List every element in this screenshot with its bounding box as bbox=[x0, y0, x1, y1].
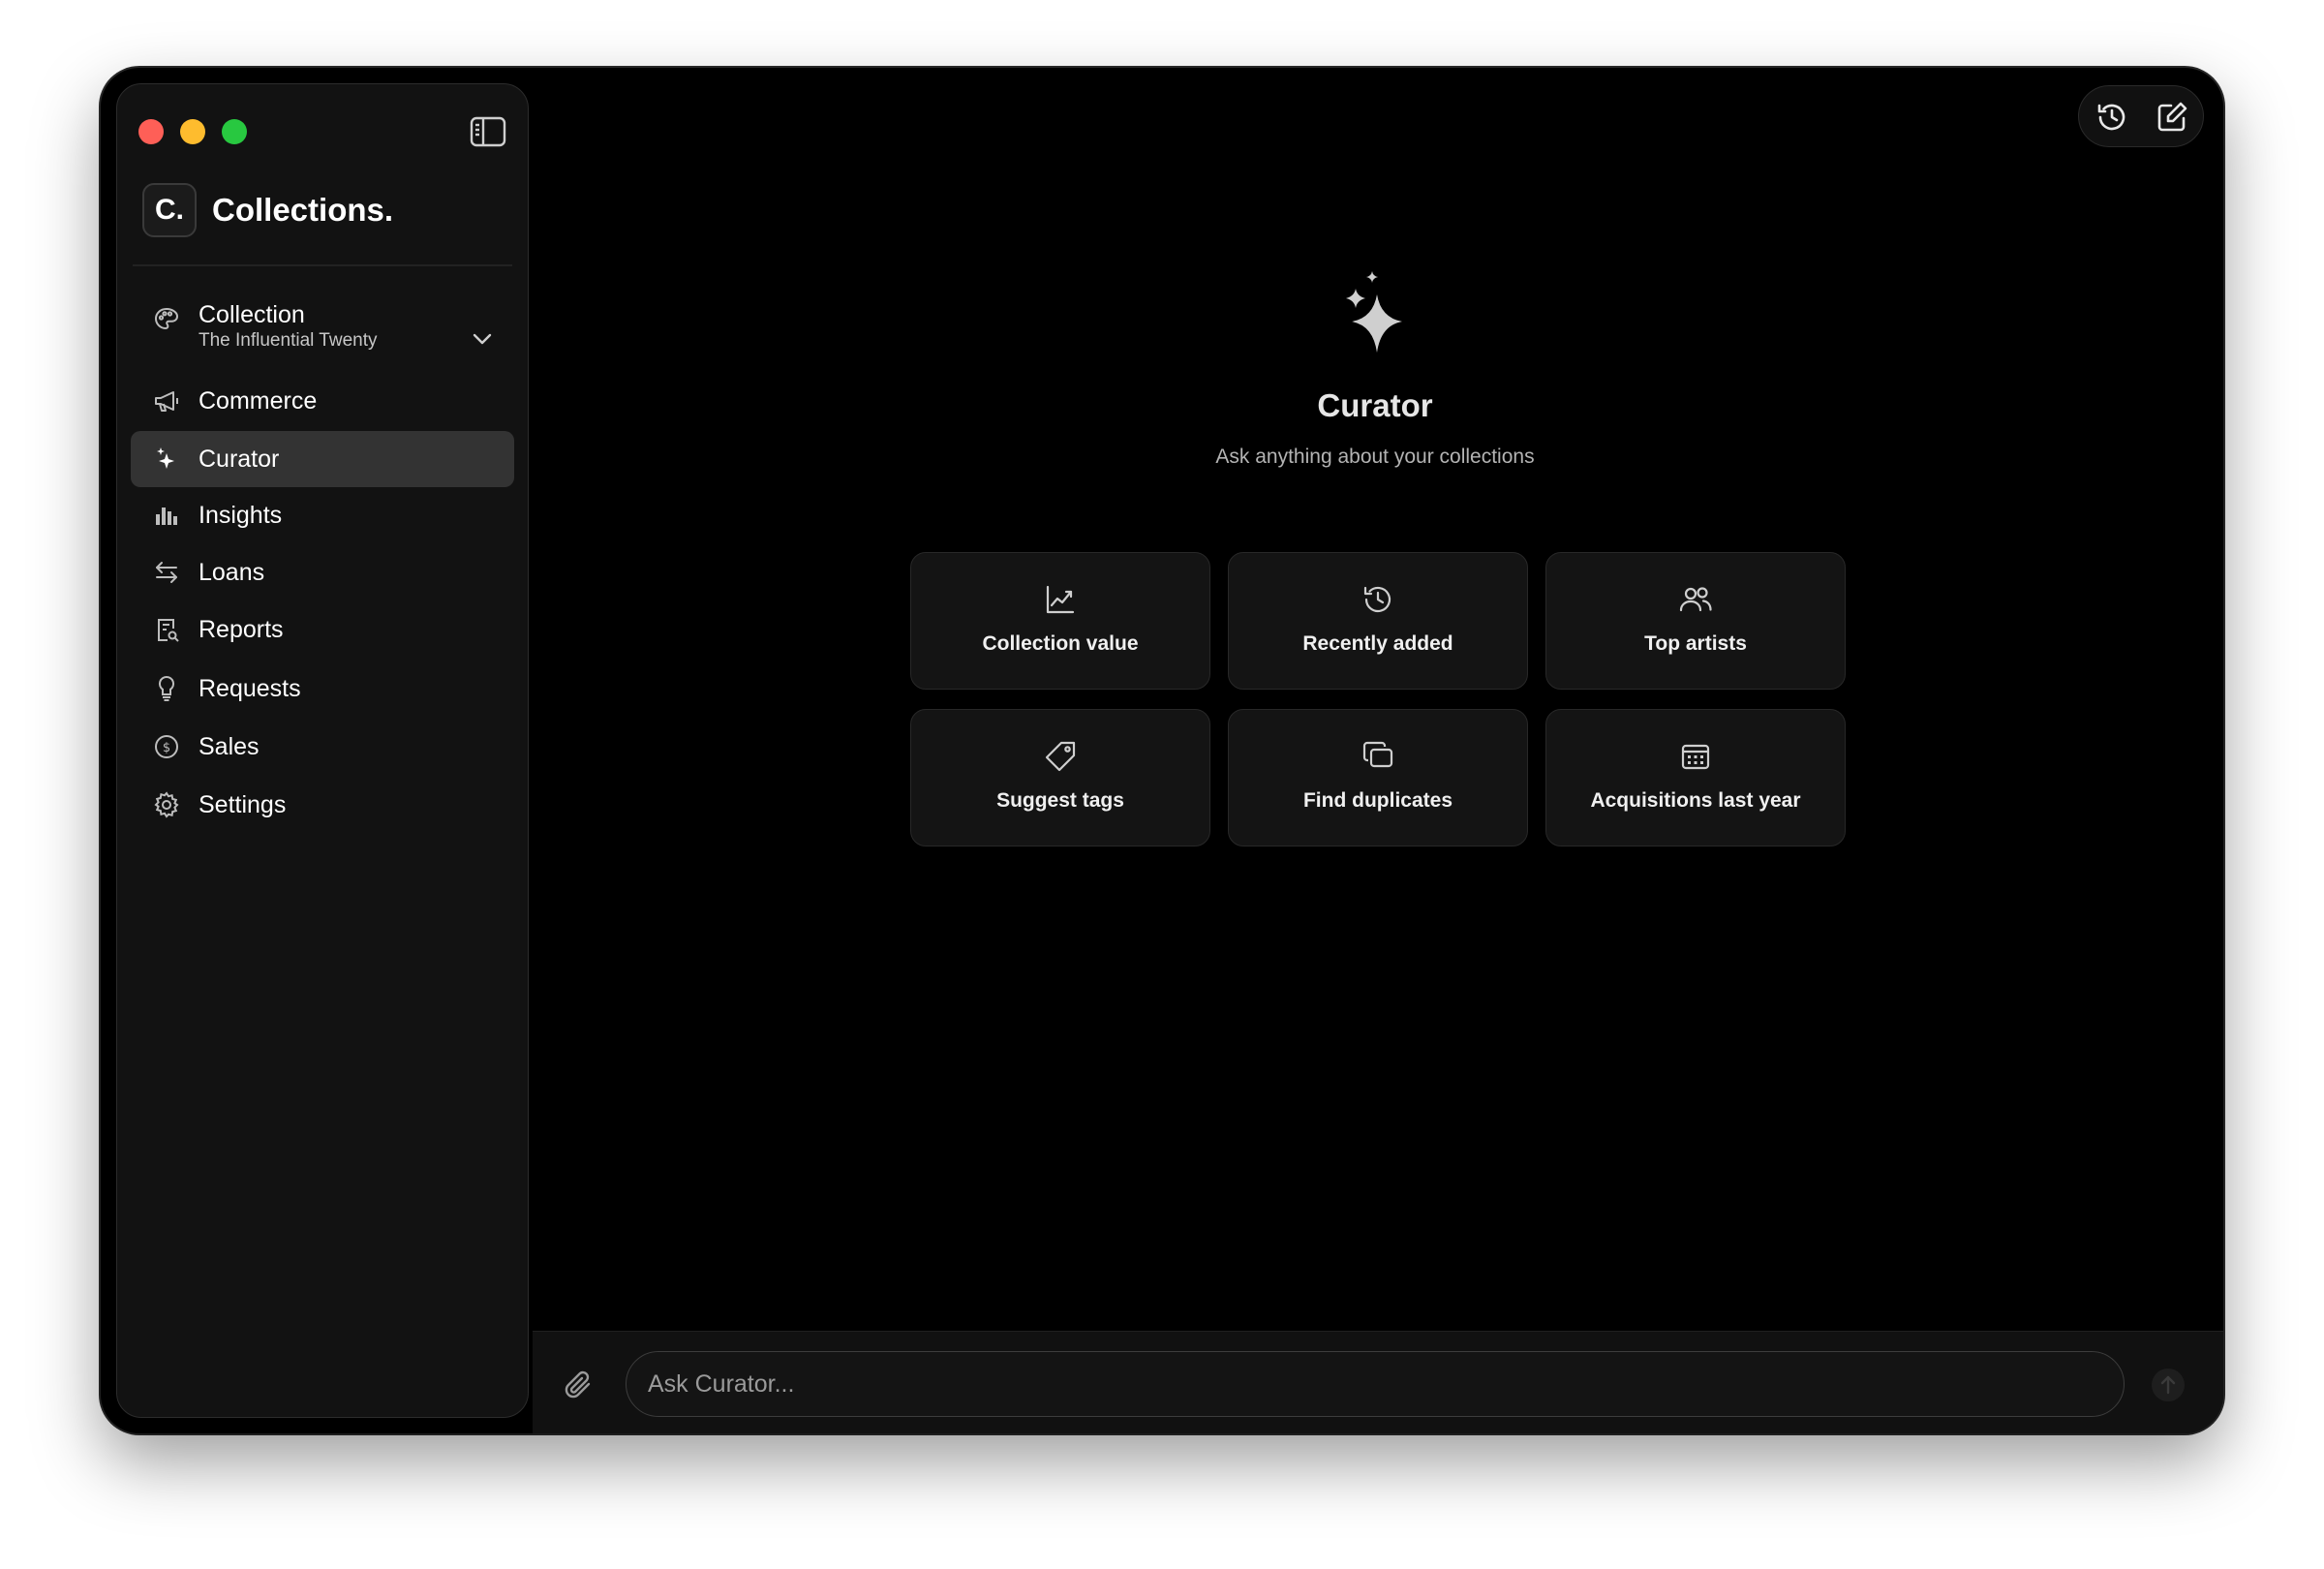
window-controls bbox=[138, 119, 247, 144]
suggestion-card-acquisitions-last-year[interactable]: Acquisitions last year bbox=[1545, 709, 1846, 846]
sidebar-item-commerce[interactable]: Commerce bbox=[131, 373, 514, 429]
sidebar-item-collection[interactable]: Collection The Influential Twenty bbox=[131, 292, 514, 365]
brand-logo: C. bbox=[142, 183, 197, 237]
chevron-down-icon[interactable] bbox=[470, 326, 495, 352]
ask-curator-input[interactable] bbox=[648, 1352, 2100, 1416]
sidebar-item-label: Collection bbox=[199, 301, 305, 328]
sidebar-item-loans[interactable]: Loans bbox=[131, 544, 514, 600]
suggestion-card-recently-added[interactable]: Recently added bbox=[1228, 552, 1528, 690]
suggestion-label: Recently added bbox=[1302, 632, 1453, 655]
tag-icon bbox=[1045, 741, 1076, 772]
lightbulb-icon bbox=[158, 675, 175, 701]
sidebar-item-settings[interactable]: Settings bbox=[131, 777, 514, 833]
calendar-icon bbox=[1681, 744, 1710, 770]
suggestion-label: Suggest tags bbox=[996, 789, 1124, 812]
suggestion-label: Collection value bbox=[982, 632, 1139, 655]
sidebar-toggle-icon[interactable] bbox=[470, 115, 506, 148]
close-window-button[interactable] bbox=[138, 119, 164, 144]
new-chat-icon[interactable] bbox=[2155, 100, 2189, 135]
sidebar-item-curator[interactable]: Curator bbox=[131, 431, 514, 487]
arrows-exchange-icon bbox=[156, 562, 177, 583]
sidebar-item-label: Insights bbox=[199, 501, 283, 529]
brand: C. Collections. bbox=[142, 183, 393, 237]
zoom-window-button[interactable] bbox=[222, 119, 247, 144]
suggestion-label: Acquisitions last year bbox=[1590, 789, 1801, 812]
arrow-up-icon bbox=[2160, 1375, 2176, 1395]
line-chart-icon bbox=[1046, 585, 1075, 614]
sidebar-item-label: Requests bbox=[199, 674, 301, 702]
send-button[interactable] bbox=[2152, 1369, 2185, 1401]
sidebar-item-insights[interactable]: Insights bbox=[131, 487, 514, 543]
sidebar-item-sublabel: The Influential Twenty bbox=[199, 330, 378, 351]
page-title: Curator bbox=[1317, 387, 1433, 423]
palette-icon bbox=[154, 307, 179, 330]
sidebar-item-label: Reports bbox=[199, 615, 284, 643]
minimize-window-button[interactable] bbox=[180, 119, 205, 144]
sidebar-item-sales[interactable]: $ Sales bbox=[131, 719, 514, 775]
bar-chart-icon bbox=[156, 508, 177, 525]
paperclip-icon[interactable] bbox=[562, 1369, 596, 1403]
suggestion-label: Top artists bbox=[1644, 632, 1747, 655]
svg-text:$: $ bbox=[163, 741, 170, 755]
sidebar-item-label: Curator bbox=[199, 445, 280, 473]
suggestion-card-top-artists[interactable]: Top artists bbox=[1545, 552, 1846, 690]
composer-input-wrapper bbox=[626, 1351, 2125, 1417]
page-subtitle: Ask anything about your collections bbox=[1215, 446, 1535, 468]
sidebar-item-requests[interactable]: Requests bbox=[131, 661, 514, 717]
app-window: C. Collections. Collection The Influenti… bbox=[101, 68, 2223, 1433]
history-icon[interactable] bbox=[2095, 100, 2129, 135]
history-icon bbox=[1363, 586, 1391, 613]
report-search-icon bbox=[158, 619, 179, 642]
suggestion-card-collection-value[interactable]: Collection value bbox=[910, 552, 1210, 690]
sidebar-item-label: Sales bbox=[199, 732, 260, 760]
sidebar-item-label: Commerce bbox=[199, 386, 318, 415]
suggestion-label: Find duplicates bbox=[1302, 789, 1452, 812]
gear-icon bbox=[154, 791, 179, 818]
suggestion-card-suggest-tags[interactable]: Suggest tags bbox=[910, 709, 1210, 846]
dollar-coin-icon: $ bbox=[155, 735, 178, 758]
sparkle-icon bbox=[157, 447, 174, 469]
duplicate-icon bbox=[1362, 741, 1393, 768]
users-icon bbox=[1679, 587, 1712, 612]
megaphone-icon bbox=[155, 391, 178, 412]
sidebar-item-label: Loans bbox=[199, 558, 265, 586]
app-title: Collections. bbox=[212, 192, 394, 228]
sidebar: C. Collections. Collection The Influenti… bbox=[116, 83, 529, 1418]
sparkle-icon bbox=[1346, 271, 1402, 353]
composer-bar bbox=[533, 1331, 2223, 1433]
sidebar-item-reports[interactable]: Reports bbox=[131, 601, 514, 658]
sidebar-item-label: Settings bbox=[199, 790, 287, 818]
header-actions bbox=[2078, 85, 2204, 147]
suggestion-card-find-duplicates[interactable]: Find duplicates bbox=[1228, 709, 1528, 846]
sidebar-divider bbox=[133, 264, 512, 266]
